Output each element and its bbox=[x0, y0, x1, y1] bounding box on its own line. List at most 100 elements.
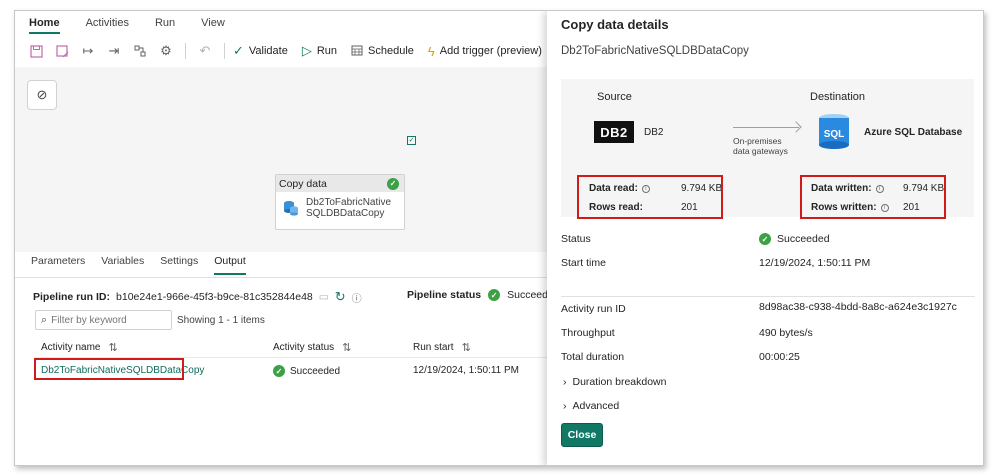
filter-box[interactable]: ⌕ bbox=[35, 310, 172, 330]
schedule-label: Schedule bbox=[368, 45, 414, 57]
database-icon bbox=[284, 201, 298, 216]
tab-home[interactable]: Home bbox=[29, 17, 60, 34]
panel-title: Copy data details bbox=[561, 17, 669, 32]
filter-input[interactable] bbox=[51, 314, 162, 326]
lightning-icon: ϟ bbox=[427, 43, 435, 59]
destination-name: Azure SQL Database bbox=[864, 127, 963, 138]
add-trigger-button[interactable]: ϟ Add trigger (preview) bbox=[428, 44, 542, 59]
section-divider bbox=[561, 296, 975, 297]
validate-label: Validate bbox=[248, 45, 288, 57]
gear-icon[interactable]: ⚙ bbox=[155, 40, 177, 62]
highlight-box bbox=[34, 358, 184, 380]
move-right-icon[interactable]: ↦ bbox=[77, 40, 99, 62]
source-name: DB2 bbox=[644, 127, 664, 138]
play-icon: ▷ bbox=[301, 43, 312, 58]
showing-count: Showing 1 - 1 items bbox=[177, 315, 265, 326]
status-label: Status bbox=[561, 233, 591, 245]
search-icon: ⌕ bbox=[41, 313, 48, 326]
close-button[interactable]: Close bbox=[561, 423, 603, 447]
calendar-icon bbox=[351, 44, 363, 59]
save-icon[interactable] bbox=[25, 40, 47, 62]
tab-activities[interactable]: Activities bbox=[86, 17, 129, 37]
panel-subtitle: Db2ToFabricNativeSQLDBDataCopy bbox=[561, 45, 749, 57]
validate-button[interactable]: ✓ Validate bbox=[233, 43, 288, 59]
column-label: Activity name bbox=[41, 342, 101, 353]
total-duration-value: 00:00:25 bbox=[759, 351, 800, 363]
azure-sql-icon: SQL bbox=[819, 114, 849, 149]
refresh-icon[interactable]: ↻ bbox=[335, 289, 346, 305]
column-label: Run start bbox=[413, 342, 454, 353]
tab-parameters[interactable]: Parameters bbox=[31, 255, 85, 277]
toolbar: ↦ ⇥ ⚙ ↶ ✓ Validate ▷ Run Schedule ϟ Add … bbox=[25, 39, 552, 63]
column-label: Activity status bbox=[273, 342, 335, 353]
start-time-value: 12/19/2024, 1:50:11 PM bbox=[759, 257, 871, 269]
move-to-end-icon[interactable]: ⇥ bbox=[103, 40, 125, 62]
toolbar-divider bbox=[224, 43, 225, 59]
success-icon: ✓ bbox=[759, 233, 771, 245]
activity-status-value: Succeeded bbox=[290, 365, 341, 377]
chevron-right-icon: › bbox=[563, 400, 567, 412]
column-header-run-start[interactable]: Run start ⇅ bbox=[413, 341, 471, 354]
save-as-icon[interactable] bbox=[51, 40, 73, 62]
run-id-value: b10e24e1-966e-45f3-b9ce-81c352844e48 bbox=[116, 291, 313, 303]
tab-output[interactable]: Output bbox=[214, 255, 246, 275]
duration-breakdown-expander[interactable]: › Duration breakdown bbox=[563, 376, 666, 388]
tab-variables[interactable]: Variables bbox=[101, 255, 144, 277]
activity-name-line1: Db2ToFabricNative bbox=[306, 197, 392, 208]
undo-icon[interactable]: ↶ bbox=[194, 40, 216, 62]
success-icon: ✓ bbox=[273, 365, 285, 377]
copy-data-details-panel: Copy data details Db2ToFabricNativeSQLDB… bbox=[547, 11, 983, 465]
run-label: Run bbox=[316, 45, 338, 57]
activity-body: Db2ToFabricNative SQLDBDataCopy bbox=[276, 192, 404, 224]
activity-run-id-value: 8d98ac38-c938-4bdd-8a8c-a624e3c1927c bbox=[759, 301, 957, 313]
sort-icon[interactable]: ⇅ bbox=[108, 341, 117, 354]
toolbar-divider bbox=[185, 43, 186, 59]
copy-flow-diagram: Source Destination DB2 DB2 On-premises d… bbox=[561, 79, 974, 219]
arrow-icon bbox=[733, 127, 799, 128]
activity-header: Copy data ✓ bbox=[276, 175, 404, 192]
schedule-button[interactable]: Schedule bbox=[351, 44, 414, 59]
tabs-divider bbox=[15, 277, 561, 278]
destination-label: Destination bbox=[810, 91, 866, 103]
copilot-icon[interactable]: ⊘ bbox=[27, 80, 57, 110]
highlight-box bbox=[577, 175, 723, 219]
column-header-activity-name[interactable]: Activity name ⇅ bbox=[41, 341, 118, 354]
pipeline-canvas[interactable]: ⊘ Copy data ✓ Db2ToFabricNative SQLDBDat… bbox=[15, 67, 561, 252]
info-icon[interactable]: ⓘ bbox=[352, 290, 362, 305]
status-text: Succeeded bbox=[777, 233, 830, 245]
pipeline-status-label: Pipeline status bbox=[407, 289, 482, 301]
tab-run[interactable]: Run bbox=[155, 17, 175, 37]
gateway-line2: data gateways bbox=[733, 146, 788, 156]
pipeline-status: Pipeline status ✓ Succeeded bbox=[407, 289, 560, 301]
db2-logo: DB2 bbox=[594, 121, 634, 143]
gateway-line1: On-premises bbox=[733, 136, 782, 146]
throughput-label: Throughput bbox=[561, 327, 615, 339]
sort-icon[interactable]: ⇅ bbox=[342, 341, 351, 354]
highlight-box bbox=[800, 175, 946, 219]
app-window: Home Activities Run View ↦ ⇥ ⚙ ↶ ✓ Valid… bbox=[14, 10, 984, 466]
sort-icon[interactable]: ⇅ bbox=[462, 341, 471, 354]
bottom-tabs: Parameters Variables Settings Output bbox=[31, 255, 246, 277]
advanced-label: Advanced bbox=[572, 400, 620, 412]
activity-checkbox[interactable]: ✓ bbox=[407, 136, 416, 145]
activity-status-cell: ✓ Succeeded bbox=[273, 365, 340, 377]
run-id-label: Pipeline run ID: bbox=[33, 291, 111, 303]
chevron-right-icon: › bbox=[563, 376, 567, 388]
diagram-icon[interactable] bbox=[129, 40, 151, 62]
success-icon: ✓ bbox=[488, 289, 501, 301]
throughput-value: 490 bytes/s bbox=[759, 327, 813, 339]
source-label: Source bbox=[597, 91, 632, 103]
pipeline-run-id: Pipeline run ID: b10e24e1-966e-45f3-b9ce… bbox=[33, 289, 362, 305]
activity-type: Copy data bbox=[279, 177, 327, 190]
tab-view[interactable]: View bbox=[201, 17, 225, 37]
gateway-label: On-premises data gateways bbox=[733, 136, 788, 156]
tab-settings[interactable]: Settings bbox=[160, 255, 198, 277]
status-value: ✓ Succeeded bbox=[759, 233, 830, 245]
activity-run-id-label: Activity run ID bbox=[561, 303, 626, 315]
copy-icon[interactable]: ▭ bbox=[319, 291, 329, 303]
run-button[interactable]: ▷ Run bbox=[302, 43, 337, 59]
column-header-activity-status[interactable]: Activity status ⇅ bbox=[273, 341, 351, 354]
copy-data-activity[interactable]: Copy data ✓ Db2ToFabricNative SQLDBDataC… bbox=[275, 174, 405, 230]
checkmark-icon: ✓ bbox=[233, 43, 244, 58]
advanced-expander[interactable]: › Advanced bbox=[563, 400, 619, 412]
